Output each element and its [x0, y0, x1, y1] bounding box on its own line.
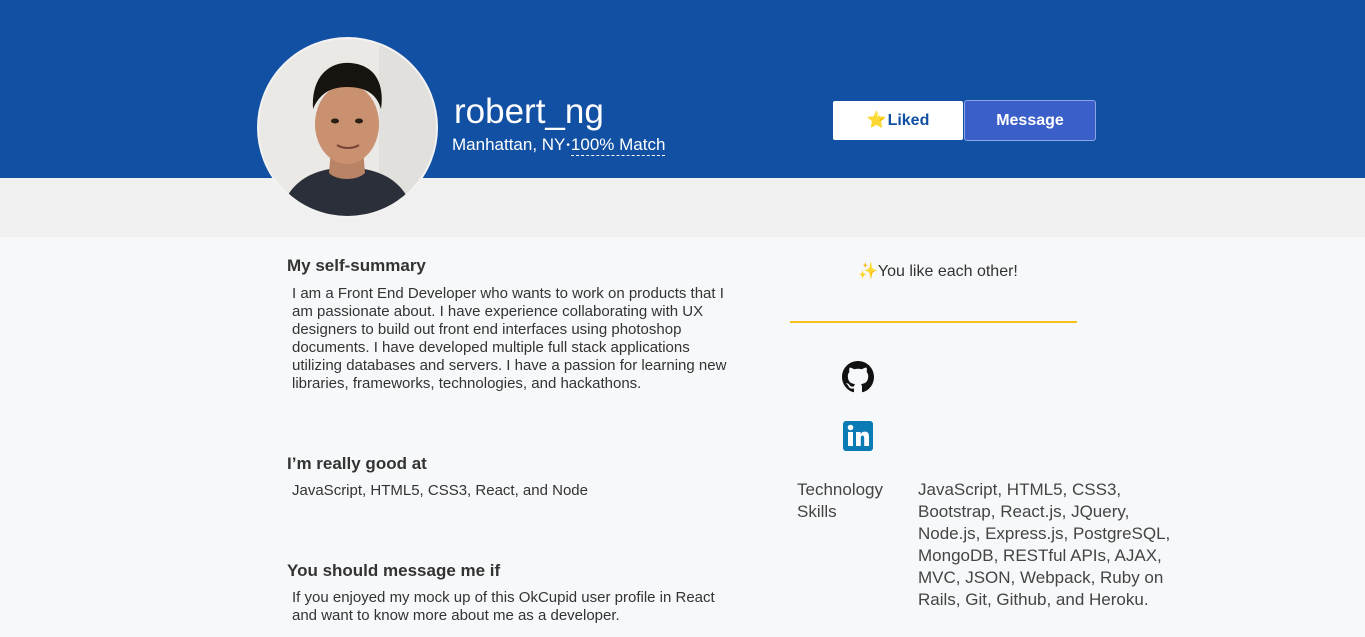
- header-subband: [0, 178, 1365, 237]
- avatar-photo: [259, 39, 436, 216]
- profile-header: [0, 0, 1365, 178]
- separator-dot: •: [566, 139, 570, 151]
- profile-subline: Manhattan, NY•100% Match: [452, 135, 666, 156]
- profile-location: Manhattan, NY: [452, 135, 566, 154]
- good-at-title: I’m really good at: [287, 454, 427, 473]
- sidebar-divider: [790, 321, 1077, 323]
- avatar[interactable]: [257, 37, 438, 218]
- github-icon[interactable]: [842, 361, 874, 393]
- match-percentage[interactable]: 100% Match: [570, 135, 666, 156]
- star-icon: ⭐: [866, 112, 887, 129]
- good-at-text: JavaScript, HTML5, CSS3, React, and Node: [292, 482, 588, 499]
- linkedin-icon[interactable]: [843, 421, 873, 451]
- liked-label: Liked: [887, 112, 930, 129]
- profile-username: robert_ng: [454, 92, 604, 131]
- sparkle-icon: ✨: [858, 263, 878, 280]
- technology-skills-label: Technology Skills: [797, 480, 884, 521]
- technology-skills-value: JavaScript, HTML5, CSS3, Bootstrap, Reac…: [918, 480, 1171, 609]
- self-summary-text: I am a Front End Developer who wants to …: [292, 285, 727, 392]
- liked-button[interactable]: ⭐Liked: [832, 100, 964, 141]
- mutual-like-status: ✨You like each other!: [858, 262, 1018, 282]
- message-me-if-title: You should message me if: [287, 561, 501, 580]
- mutual-like-text: You like each other!: [877, 263, 1018, 280]
- self-summary-title: My self-summary: [287, 256, 426, 275]
- message-me-if-text: If you enjoyed my mock up of this OkCupi…: [292, 589, 715, 624]
- message-button[interactable]: Message: [964, 100, 1096, 141]
